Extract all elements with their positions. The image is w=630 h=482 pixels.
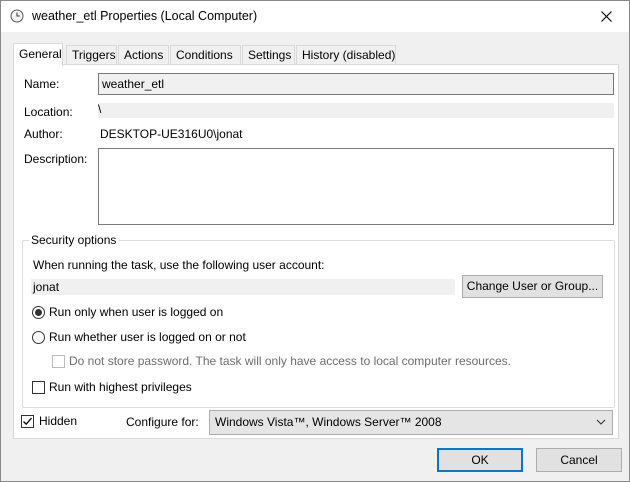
author-value: DESKTOP-UE316U0\jonat: [100, 127, 243, 141]
cancel-button[interactable]: Cancel: [536, 448, 622, 472]
description-label: Description:: [24, 152, 88, 166]
clock-icon: [10, 9, 24, 23]
configure-for-label: Configure for:: [126, 415, 199, 429]
location-field: \: [98, 102, 614, 118]
hidden-checkbox[interactable]: [21, 415, 34, 428]
author-label: Author:: [24, 127, 63, 141]
security-options-title: Security options: [29, 233, 119, 247]
title-bar: weather_etl Properties (Local Computer): [1, 1, 629, 32]
no-store-password-checkbox: [52, 355, 65, 368]
location-label: Location:: [24, 105, 73, 119]
location-value: \: [98, 102, 102, 116]
run-logged-on-label[interactable]: Run only when user is logged on: [49, 305, 223, 319]
tab-conditions[interactable]: Conditions: [170, 45, 241, 64]
user-account-field: jonat: [31, 279, 455, 295]
tab-general[interactable]: General: [13, 43, 63, 66]
no-store-password-label: Do not store password. The task will onl…: [69, 354, 511, 368]
name-field[interactable]: [98, 73, 614, 95]
close-button[interactable]: [583, 1, 629, 32]
name-label: Name:: [24, 77, 60, 91]
radio-selected-dot: [35, 309, 42, 316]
description-field[interactable]: [98, 148, 614, 225]
configure-for-dropdown[interactable]: Windows Vista™, Windows Server™ 2008: [209, 410, 613, 435]
chevron-down-icon: [596, 419, 606, 425]
user-account-value: jonat: [33, 280, 60, 294]
checkmark-icon: [23, 417, 32, 426]
tab-triggers[interactable]: Triggers: [66, 45, 117, 64]
ok-button[interactable]: OK: [437, 448, 523, 472]
run-logged-on-radio[interactable]: [32, 306, 45, 319]
highest-privileges-checkbox[interactable]: [32, 381, 45, 394]
close-icon: [600, 11, 612, 22]
window-title: weather_etl Properties (Local Computer): [32, 9, 258, 23]
hidden-label[interactable]: Hidden: [39, 414, 77, 428]
account-prompt: When running the task, use the following…: [33, 258, 325, 272]
highest-privileges-label[interactable]: Run with highest privileges: [49, 380, 192, 394]
tab-actions[interactable]: Actions: [118, 45, 169, 64]
configure-for-value: Windows Vista™, Windows Server™ 2008: [215, 415, 442, 429]
tab-settings[interactable]: Settings: [242, 45, 295, 64]
run-whether-radio[interactable]: [32, 331, 45, 344]
change-user-button[interactable]: Change User or Group...: [462, 275, 603, 298]
properties-dialog: weather_etl Properties (Local Computer) …: [0, 0, 630, 482]
general-tab-panel: Name: Location: \ Author: DESKTOP-UE316U…: [13, 64, 619, 439]
run-whether-label[interactable]: Run whether user is logged on or not: [49, 330, 246, 344]
tab-history[interactable]: History (disabled): [296, 45, 396, 64]
security-options-group: Security options When running the task, …: [22, 233, 615, 408]
